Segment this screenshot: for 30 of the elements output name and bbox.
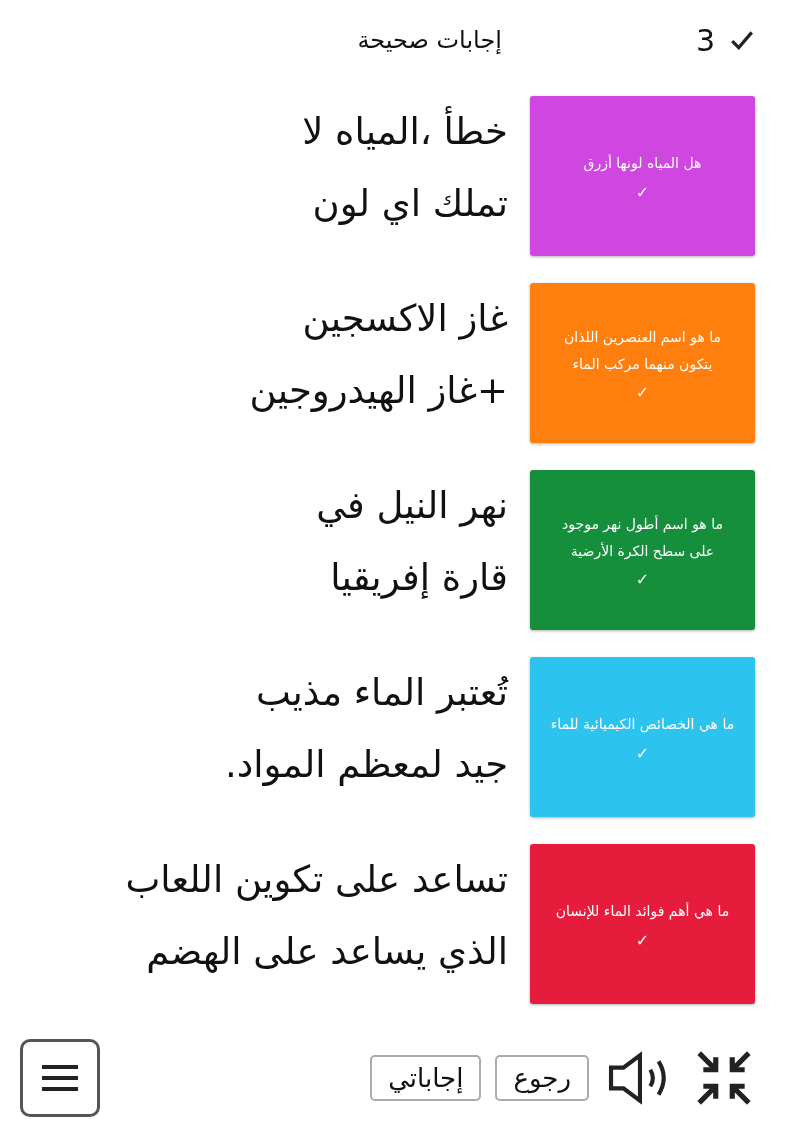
question-text: هل المياه لونها أزرق (583, 153, 702, 174)
answer-line: الذي يساعد على الهضم (146, 929, 508, 975)
question-card[interactable]: ما هو اسم العنصرين اللذان يتكون منهما مركب الماء ✓ (530, 283, 755, 443)
menu-icon (40, 1062, 80, 1093)
question-card[interactable]: ما هو اسم أطول نهر موجود على سطح الكرة الأرضية ✓ (530, 470, 755, 630)
footer-button[interactable]: رجوع (495, 1054, 589, 1101)
check-mark: ✓ (635, 743, 650, 763)
check-mark: ✓ (635, 570, 650, 590)
answer-line: نهر النيل في (316, 483, 508, 529)
score-count: 3 (695, 22, 715, 58)
answer-line: جيد لمعظم المواد. (224, 742, 508, 788)
answer-line: قارة إفريقيا (330, 555, 508, 601)
question-text: ما هو اسم العنصرين اللذان يتكون منهما مركب الماء (563, 327, 722, 375)
question-text: ما هي أهم فوائد الماء للإنسان (555, 901, 730, 922)
header-title: إجابات صحيحة (357, 26, 502, 54)
answer-line: تساعد على تكوين اللعاب (125, 857, 508, 903)
question-text: ما هي الخصائص الكيميائية للماء (550, 715, 735, 735)
menu-button[interactable] (20, 1038, 100, 1117)
answer-line: خطأ ،المياه لا (302, 96, 508, 168)
footer-button[interactable]: إجاباتي (370, 1054, 482, 1101)
check-mark: ✓ (635, 182, 650, 202)
check-mark: ✓ (635, 930, 650, 950)
check-mark: ✓ (635, 383, 650, 403)
answer-line: +غاز الهيدروجين (249, 368, 508, 414)
question-card[interactable]: ما هي أهم فوائد الماء للإنسان ✓ (530, 844, 755, 1004)
answer-line: تُعتبر الماء مذيب (256, 670, 508, 716)
question-text: ما هو اسم أطول نهر موجود على سطح الكرة الأرضية (561, 514, 724, 562)
question-card[interactable]: هل المياه لونها أزرق ✓ (530, 96, 755, 256)
answer-line: غاز الاكسجين (302, 296, 508, 342)
answer-line: تملك اي لون (312, 181, 508, 227)
